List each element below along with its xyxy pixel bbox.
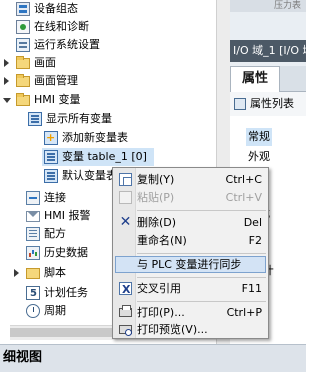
tree-item-label: 运行系统设置 <box>34 38 100 51</box>
cross-reference-icon <box>119 281 132 298</box>
delete-icon: ✕ <box>119 214 132 230</box>
runtime-settings-icon <box>16 38 30 52</box>
scheduled-task-icon <box>26 285 40 303</box>
property-list-icon <box>234 98 246 110</box>
tree-item-label: 历史数据 <box>44 246 88 259</box>
tag-table-icon <box>28 112 42 126</box>
menu-item-shortcut: F11 <box>241 282 262 295</box>
collapse-arrow-icon[interactable] <box>3 98 11 103</box>
menu-item-label: 重命名(N) <box>137 234 187 247</box>
menu-separator <box>137 277 266 278</box>
menu-item-delete[interactable]: ✕ 删除(D) Del <box>115 214 266 231</box>
tree-item-label: 变量 table_1 [0] <box>62 150 147 163</box>
tree-item-tag-table-1[interactable]: 变量 table_1 [0] <box>42 148 154 166</box>
menu-item-shortcut: Ctrl+V <box>225 191 262 204</box>
folder-icon <box>16 93 30 106</box>
tree-item-label: 添加新变量表 <box>62 131 128 144</box>
category-general[interactable]: 常规 <box>246 128 272 146</box>
print-preview-icon <box>119 325 132 336</box>
tree-item-label: 设备组态 <box>34 2 78 15</box>
tree-item-label: 脚本 <box>44 266 66 279</box>
tree-item-label: 显示所有变量 <box>46 112 112 125</box>
folder-icon <box>26 268 40 279</box>
tab-properties[interactable]: 属性 <box>230 66 280 92</box>
expand-arrow-icon[interactable] <box>14 269 19 277</box>
expand-arrow-icon[interactable] <box>4 59 9 67</box>
top-strip: 压力表 <box>230 0 306 12</box>
tree-item-label: 画面 <box>34 56 56 69</box>
tree-item-label: HMI 变量 <box>34 93 81 106</box>
folder-icon <box>16 74 30 87</box>
menu-item-print[interactable]: 打印(P)... Ctrl+P <box>115 304 266 321</box>
menu-item-label: 打印预览(V)... <box>137 323 208 336</box>
menu-item-label: 与 PLC 变量进行同步 <box>137 258 242 271</box>
screenshot-stage: 设备组态 在线和诊断 运行系统设置 画面 画面管理 HMI 变量 显示所有变量 … <box>0 0 306 372</box>
menu-item-cross-reference[interactable]: 交叉引用 F11 <box>115 280 266 298</box>
detail-view-bar: 细视图 <box>0 344 306 372</box>
tree-item-device-config[interactable]: 设备组态 <box>0 0 216 18</box>
tree-item-label: 连接 <box>44 191 66 204</box>
tree-item-label: 在线和诊断 <box>34 20 89 33</box>
online-diagnostics-icon <box>16 20 30 34</box>
tab-next[interactable] <box>280 66 306 92</box>
tree-item-label: 计划任务 <box>44 286 88 299</box>
detail-view-title: 细视图 <box>3 350 43 365</box>
device-config-icon <box>16 2 30 16</box>
category-appearance[interactable]: 外观 <box>248 148 270 166</box>
top-strip-text: 压力表 <box>274 1 302 11</box>
menu-item-rename[interactable]: 重命名(N) F2 <box>115 232 266 249</box>
tree-item-screen-management[interactable]: 画面管理 <box>0 72 216 90</box>
copy-icon <box>119 173 132 186</box>
tag-table-icon <box>44 150 58 164</box>
context-menu: 复制(Y) Ctrl+C 粘贴(P) Ctrl+V ✕ 删除(D) Del 重命… <box>112 167 269 339</box>
menu-item-shortcut: Ctrl+C <box>225 173 262 186</box>
alarm-icon <box>26 211 40 222</box>
tree-item-show-all-tags[interactable]: 显示所有变量 <box>0 110 216 128</box>
menu-item-sync-plc-tags[interactable]: 与 PLC 变量进行同步 <box>115 256 266 273</box>
tree-item-label: 周期 <box>44 304 66 317</box>
inspector-title: I/O 域_1 [I/O 域] <box>230 40 306 62</box>
menu-item-paste: 粘贴(P) Ctrl+V <box>115 189 266 206</box>
menu-item-label: 打印(P)... <box>137 306 185 319</box>
menu-item-label: 交叉引用 <box>137 282 181 295</box>
recipe-icon <box>26 227 40 241</box>
print-icon <box>119 305 132 317</box>
tree-item-label: 配方 <box>44 227 66 240</box>
menu-item-print-preview[interactable]: 打印预览(V)... <box>115 321 266 338</box>
tag-table-icon <box>44 169 58 183</box>
tree-item-label: 画面管理 <box>34 74 78 87</box>
tree-item-add-tag-table[interactable]: 添加新变量表 <box>0 129 216 147</box>
tree-item-screens[interactable]: 画面 <box>0 54 216 72</box>
menu-item-label: 复制(Y) <box>137 173 175 186</box>
cycle-icon <box>26 304 40 318</box>
tree-item-label: 默认变量表 <box>62 169 117 182</box>
tree-item-runtime-settings[interactable]: 运行系统设置 <box>0 36 216 54</box>
tree-item-online-diagnostics[interactable]: 在线和诊断 <box>0 18 216 36</box>
add-tag-table-icon <box>44 129 58 147</box>
paste-icon <box>119 191 132 204</box>
property-list-toggle[interactable]: 属性列表 <box>230 92 306 117</box>
tree-item-hmi-tags[interactable]: HMI 变量 <box>0 91 216 109</box>
menu-item-shortcut: Del <box>243 216 262 229</box>
expand-arrow-icon[interactable] <box>4 77 9 85</box>
menu-separator <box>137 210 266 211</box>
menu-item-copy[interactable]: 复制(Y) Ctrl+C <box>115 171 266 188</box>
menu-item-label: 粘贴(P) <box>137 191 175 204</box>
menu-separator <box>137 253 266 254</box>
menu-item-shortcut: F2 <box>248 234 262 247</box>
tree-item-label: HMI 报警 <box>44 209 91 222</box>
connection-icon <box>26 191 40 205</box>
property-list-label: 属性列表 <box>250 97 294 110</box>
menu-separator <box>137 301 266 302</box>
historical-data-icon <box>26 246 40 260</box>
menu-item-label: 删除(D) <box>137 216 177 229</box>
folder-icon <box>16 56 30 69</box>
menu-item-shortcut: Ctrl+P <box>226 306 262 319</box>
